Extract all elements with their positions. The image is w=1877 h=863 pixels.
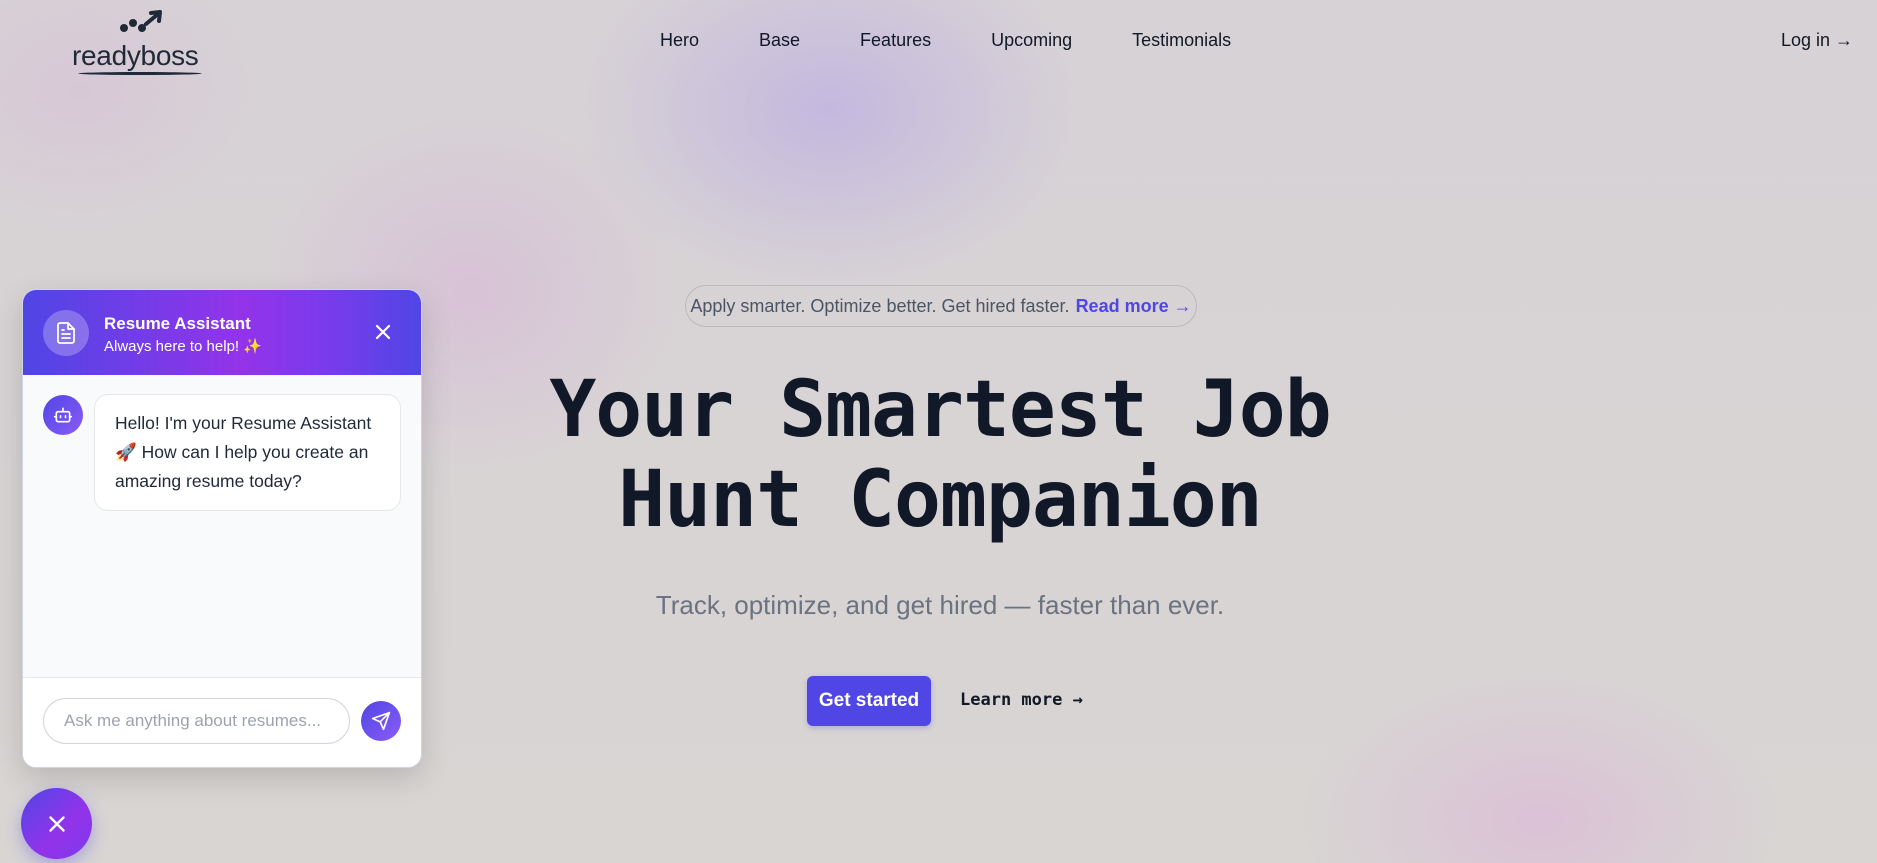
login-link[interactable]: Log in → xyxy=(1781,30,1853,51)
chat-widget: Resume Assistant Always here to help! ✨ … xyxy=(22,289,422,768)
chat-messages: Hello! I'm your Resume Assistant 🚀 How c… xyxy=(23,375,421,679)
bot-icon xyxy=(43,395,83,435)
hero-title-line-2: Hunt Companion xyxy=(618,455,1262,545)
chat-footer xyxy=(23,677,421,767)
chat-toggle-button[interactable] xyxy=(21,788,92,859)
close-icon xyxy=(48,815,65,832)
chat-header: Resume Assistant Always here to help! ✨ xyxy=(23,290,421,375)
nav-item-testimonials[interactable]: Testimonials xyxy=(1132,30,1231,51)
announcement-pill: Apply smarter. Optimize better. Get hire… xyxy=(685,285,1197,327)
hero-title: Your Smartest Job Hunt Companion xyxy=(440,365,1440,545)
logo-underline xyxy=(78,72,202,75)
nav-item-features[interactable]: Features xyxy=(860,30,931,51)
announcement-text: Apply smarter. Optimize better. Get hire… xyxy=(690,295,1070,316)
read-more-link[interactable]: Read more → xyxy=(1076,296,1192,317)
chat-title: Resume Assistant xyxy=(104,314,251,333)
chat-input[interactable] xyxy=(43,698,350,744)
send-icon xyxy=(371,711,391,731)
close-icon[interactable] xyxy=(371,320,395,344)
document-icon xyxy=(43,310,89,356)
logo-text: readyboss xyxy=(72,40,199,71)
main-nav: Hero Base Features Upcoming Testimonials xyxy=(660,30,1231,51)
get-started-button[interactable]: Get started xyxy=(807,676,931,726)
learn-more-link[interactable]: Learn more → xyxy=(960,690,1083,710)
hero-subtitle: Track, optimize, and get hired — faster … xyxy=(655,590,1225,620)
chat-status: Always here to help! ✨ xyxy=(104,338,262,355)
nav-item-hero[interactable]: Hero xyxy=(660,30,699,51)
nav-item-upcoming[interactable]: Upcoming xyxy=(991,30,1072,51)
logo[interactable]: readyboss xyxy=(72,10,212,76)
bot-message: Hello! I'm your Resume Assistant 🚀 How c… xyxy=(94,394,401,511)
logo-mark-icon xyxy=(120,10,162,32)
send-button[interactable] xyxy=(361,701,401,741)
hero-title-line-1: Your Smartest Job xyxy=(549,365,1331,455)
nav-item-base[interactable]: Base xyxy=(759,30,800,51)
